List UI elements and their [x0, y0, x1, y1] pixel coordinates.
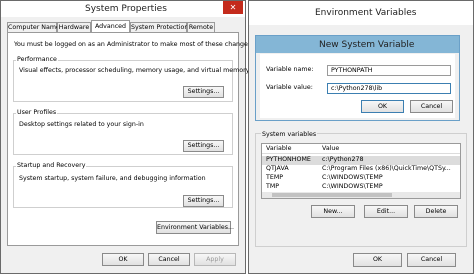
tab-advanced[interactable]: Advanced — [91, 20, 130, 32]
column-header-value[interactable]: Value — [322, 145, 339, 154]
tab-hardware[interactable]: Hardware — [57, 22, 91, 32]
edit-variable-button[interactable]: Edit... — [364, 205, 408, 218]
startup-recovery-settings-button[interactable]: Settings... — [183, 195, 224, 207]
table-row[interactable]: PYTHONHOME c:\Python278 — [262, 156, 460, 165]
system-variables-list[interactable]: Variable Value PYTHONHOME c:\Python278 Q… — [261, 143, 461, 199]
column-header-variable[interactable]: Variable — [266, 145, 292, 154]
tab-remote[interactable]: Remote — [187, 22, 215, 32]
delete-variable-button[interactable]: Delete — [414, 205, 458, 218]
variable-value-input[interactable]: c:\Python278\lib — [327, 83, 451, 94]
environment-variables-title: Environment Variables — [315, 8, 417, 18]
system-properties-window: System Properties ✕ Computer Name Hardwa… — [0, 0, 253, 274]
environment-variables-titlebar: Environment Variables — [249, 1, 473, 25]
variable-name-label: Variable name: — [266, 66, 314, 73]
tab-system-protection[interactable]: System Protection — [130, 22, 188, 32]
performance-desc: Visual effects, processor scheduling, me… — [19, 67, 250, 74]
system-properties-ok-button[interactable]: OK — [102, 253, 144, 266]
admin-note: You must be logged on as an Administrato… — [14, 41, 254, 48]
close-icon[interactable]: ✕ — [223, 1, 243, 14]
row-value: C:\Program Files (x86)\QuickTime\QTSy... — [322, 165, 451, 172]
row-value: C:\WINDOWS\TEMP — [322, 183, 383, 190]
row-variable: PYTHONHOME — [266, 156, 311, 163]
performance-settings-button[interactable]: Settings... — [183, 86, 224, 98]
user-profiles-label: User Profiles — [16, 109, 58, 117]
system-properties-apply-button[interactable]: Apply — [194, 253, 236, 266]
new-variable-cancel-button[interactable]: Cancel — [410, 100, 453, 113]
new-system-variable-title: New System Variable — [319, 40, 415, 50]
tab-computer-name[interactable]: Computer Name — [7, 22, 60, 32]
table-row[interactable]: TMP C:\WINDOWS\TEMP — [262, 183, 460, 192]
environment-variables-cancel-button[interactable]: Cancel — [407, 253, 456, 267]
startup-recovery-desc: System startup, system failure, and debu… — [19, 175, 206, 182]
user-profiles-settings-button[interactable]: Settings... — [183, 140, 224, 152]
environment-variables-button[interactable]: Environment Variables... — [156, 221, 234, 234]
new-variable-ok-button[interactable]: OK — [361, 100, 404, 113]
new-variable-button[interactable]: New... — [311, 205, 355, 218]
table-row[interactable]: TEMP C:\WINDOWS\TEMP — [262, 174, 460, 183]
new-system-variable-titlebar: New System Variable — [256, 36, 459, 53]
scrollbar-thumb[interactable] — [272, 193, 392, 197]
user-profiles-desc: Desktop settings related to your sign-in — [19, 121, 144, 128]
system-properties-title: System Properties — [85, 4, 167, 14]
system-properties-titlebar: System Properties ✕ — [1, 1, 245, 17]
new-system-variable-body: Variable name: PYTHONPATH Variable value… — [260, 54, 455, 118]
variable-value-label: Variable value: — [266, 84, 313, 91]
horizontal-scrollbar[interactable] — [262, 192, 460, 198]
row-value: C:\WINDOWS\TEMP — [322, 174, 383, 181]
row-variable: TEMP — [266, 174, 284, 181]
table-row[interactable]: QTJAVA C:\Program Files (x86)\QuickTime\… — [262, 165, 460, 174]
advanced-panel: You must be logged on as an Administrato… — [7, 32, 253, 246]
new-system-variable-dialog: New System Variable Variable name: PYTHO… — [255, 35, 460, 121]
variable-name-input[interactable]: PYTHONPATH — [327, 65, 451, 76]
system-properties-cancel-button[interactable]: Cancel — [148, 253, 190, 266]
environment-variables-ok-button[interactable]: OK — [353, 253, 402, 267]
performance-label: Performance — [16, 56, 58, 64]
system-variables-label: System variables — [261, 131, 318, 139]
startup-recovery-label: Startup and Recovery — [16, 162, 87, 170]
row-variable: QTJAVA — [266, 165, 289, 172]
row-variable: TMP — [266, 183, 280, 190]
list-header: Variable Value — [262, 144, 460, 154]
row-value: c:\Python278 — [322, 156, 364, 163]
